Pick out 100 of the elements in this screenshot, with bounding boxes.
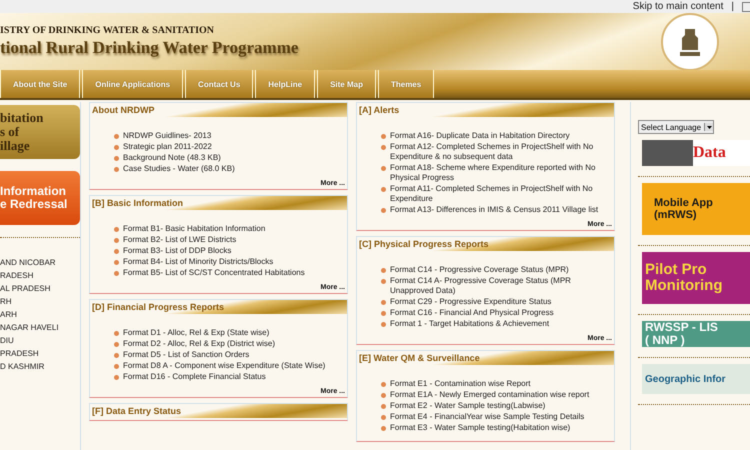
banner-text: Geographic Infor	[645, 374, 727, 384]
report-link[interactable]: Case Studies - Water (68.0 KB)	[123, 164, 235, 174]
report-link[interactable]: Format D16 - Complete Financial Status	[123, 372, 266, 382]
banner-text: s of	[0, 124, 20, 140]
state-link[interactable]: AL PRADESH	[0, 284, 80, 293]
report-link[interactable]: Format C16 - Financial And Physical Progress	[390, 308, 554, 318]
language-select[interactable]: Select Language	[638, 120, 714, 134]
panel-title: [C] Physical Progress Reports	[357, 237, 614, 251]
bullet-icon	[114, 260, 119, 265]
report-link[interactable]: Strategic plan 2011-2022	[123, 142, 212, 152]
promo-banner[interactable]: bitation s of illage	[0, 105, 80, 159]
report-link[interactable]: Format C14 - Progressive Coverage Status (MPR)	[390, 265, 569, 275]
banner-text: illage	[0, 139, 30, 154]
state-link[interactable]: D KASHMIR	[0, 362, 80, 371]
report-link[interactable]: Format B5- List of SC/ST Concentrated Habitations	[123, 268, 305, 278]
bullet-icon	[114, 156, 119, 161]
panel-title: [E] Water QM & Surveillance	[357, 351, 614, 365]
state-link[interactable]: PRADESH	[0, 349, 80, 358]
report-link[interactable]: Format A13- Differences in IMIS & Census 2011 Village list	[390, 205, 598, 215]
bullet-icon	[114, 167, 119, 172]
bullet-icon	[114, 227, 119, 232]
panel-title: [A] Alerts	[357, 103, 614, 117]
banner-text: e Redressal	[0, 198, 68, 212]
report-link[interactable]: Format D1 - Alloc, Rel & Exp (State wise)	[123, 328, 270, 338]
report-link[interactable]: Format B3- List of DDP Blocks	[123, 246, 232, 256]
report-link[interactable]: Format A12- Completed Schemes in ProjectShelf with No Expenditure & no subsequent data	[390, 142, 608, 162]
bullet-icon	[381, 382, 386, 387]
bullet-icon	[114, 353, 119, 358]
bullet-icon	[381, 208, 386, 213]
bullet-icon	[381, 311, 386, 316]
promo-banner[interactable]: Information e Redressal	[0, 171, 80, 225]
bullet-icon	[381, 145, 386, 150]
banner-text: (mRWS)	[654, 209, 698, 222]
bullet-icon	[381, 134, 386, 139]
panel-title: [F] Data Entry Status	[90, 404, 347, 418]
state-link[interactable]: NAGAR HAVELI	[0, 323, 80, 332]
banner-text: RWSSP - LIS	[645, 320, 719, 334]
bullet-icon	[114, 249, 119, 254]
programme-title: tional Rural Drinking Water Programme	[0, 38, 298, 58]
report-link[interactable]: Format A11- Completed Schemes in ProjectShelf with No Expenditure	[390, 184, 608, 204]
promo-banner[interactable]: Data	[642, 140, 750, 166]
banner-text: Monitoring	[645, 278, 724, 294]
bullet-icon	[381, 393, 386, 398]
report-link[interactable]: Format E1 - Contamination wise Report	[390, 379, 530, 389]
bullet-icon	[381, 268, 386, 273]
banner-text: Data	[693, 144, 727, 162]
bullet-icon	[114, 134, 119, 139]
image-icon[interactable]	[742, 2, 750, 12]
bullet-icon	[381, 404, 386, 409]
state-link[interactable]: ARH	[0, 310, 80, 319]
report-link[interactable]: Format A16- Duplicate Data in Habitation Directory	[390, 131, 570, 141]
ministry-title: ISTRY OF DRINKING WATER & SANITATION	[0, 25, 216, 36]
bullet-icon	[381, 415, 386, 420]
caret-icon	[704, 123, 713, 131]
banner-text: Mobile App	[654, 196, 714, 209]
separator-text: |	[731, 2, 734, 12]
report-link[interactable]: Format B2- List of LWE Districts	[123, 235, 236, 245]
bullet-icon	[114, 238, 119, 243]
report-link[interactable]: Format C14 A- Progressive Coverage Status (MPR Unapproved Data)	[390, 276, 608, 296]
bullet-icon	[114, 145, 119, 150]
bullet-icon	[381, 279, 386, 284]
report-link[interactable]: Background Note (48.3 KB)	[123, 153, 221, 163]
banner-text: ( NNP )	[645, 334, 686, 348]
report-link[interactable]: Format D2 - Alloc, Rel & Exp (District wise)	[123, 339, 276, 349]
report-link[interactable]: Format B1- Basic Habitation Information	[123, 224, 266, 234]
bullet-icon	[381, 166, 386, 171]
report-link[interactable]: Format E2 - Water Sample testing(Labwise)	[390, 401, 546, 411]
bullet-icon	[381, 426, 386, 431]
report-link[interactable]: Format D8 A - Component wise Expenditure (State Wise)	[123, 361, 326, 371]
panel-title: About NRDWP	[90, 103, 347, 117]
report-link[interactable]: Format E4 - FinancialYear wise Sample Testing Details	[390, 412, 584, 422]
bullet-icon	[114, 271, 119, 276]
panel-title: [D] Financial Progress Reports	[90, 300, 347, 314]
state-link[interactable]: RADESH	[0, 271, 80, 280]
promo-banner[interactable]: Pilot Pro Monitoring	[642, 252, 750, 304]
state-link[interactable]: DIU	[0, 336, 80, 345]
panel-title: [B] Basic Information	[90, 196, 347, 210]
report-link[interactable]: Format D5 - List of Sanction Orders	[123, 350, 250, 360]
promo-banner[interactable]: Geographic Infor	[642, 364, 750, 394]
state-link[interactable]: RH	[0, 297, 80, 306]
promo-banner[interactable]: Mobile App (mRWS)	[642, 183, 750, 235]
bullet-icon	[114, 375, 119, 380]
banner-text: bitation	[0, 110, 44, 125]
banner-text: Pilot Pro	[645, 262, 708, 278]
bullet-icon	[381, 300, 386, 305]
report-link[interactable]: Format 1 - Target Habitations & Achievement	[390, 319, 550, 329]
bullet-icon	[381, 322, 386, 327]
bullet-icon	[114, 331, 119, 336]
report-link[interactable]: Format E3 - Water Sample testing(Habitation wise)	[390, 423, 570, 433]
report-link[interactable]: Format B4- List of Minority Districts/Blocks	[123, 257, 274, 267]
banner-text: Information	[0, 184, 66, 198]
skip-link[interactable]: Skip to main content	[632, 2, 724, 12]
bullet-icon	[114, 342, 119, 347]
bullet-icon	[381, 187, 386, 192]
bullet-icon	[114, 364, 119, 369]
report-link[interactable]: Format E1A - Newly Emerged contamination wise report	[390, 390, 590, 400]
state-link[interactable]: AND NICOBAR	[0, 258, 80, 267]
report-link[interactable]: NRDWP Guidlines- 2013	[123, 131, 212, 141]
report-link[interactable]: Format A18- Scheme where Expenditure reported with No Physical Progress	[390, 163, 608, 183]
report-link[interactable]: Format C29 - Progressive Expenditure Status	[390, 297, 552, 307]
